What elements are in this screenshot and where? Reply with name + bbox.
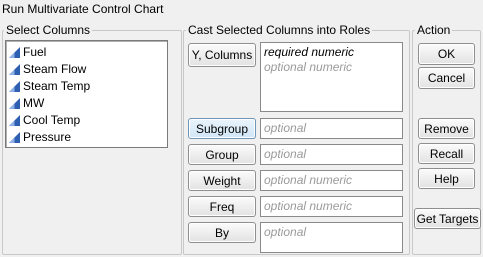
select-columns-label: Select Columns [4,23,93,37]
cancel-button[interactable]: Cancel [418,67,475,89]
column-list-item[interactable]: Cool Temp [6,112,167,129]
get-targets-button[interactable]: Get Targets [414,208,481,229]
column-name: Pressure [23,130,72,144]
recall-button[interactable]: Recall [418,143,475,164]
group-role-list[interactable]: optional [260,144,403,165]
column-list-item[interactable]: Steam Flow [6,61,167,78]
continuous-column-icon [9,64,20,75]
column-list[interactable]: Fuel Steam Flow Steam Temp MW Cool Temp Press… [5,40,168,148]
subgroup-role-list[interactable]: optional [260,118,403,139]
continuous-column-icon [9,47,20,58]
column-name: Steam Flow [23,62,87,76]
freq-role-list[interactable]: optional numeric [260,196,403,217]
by-button[interactable]: By [188,222,256,243]
column-name: Steam Temp [23,79,91,93]
column-name: Cool Temp [23,113,81,127]
subgroup-button[interactable]: Subgroup [188,118,256,139]
column-name: MW [23,96,45,110]
group-button[interactable]: Group [188,144,256,165]
continuous-column-icon [9,98,20,109]
continuous-column-icon [9,81,20,92]
y-columns-optional-text: optional numeric [264,60,353,74]
y-columns-button[interactable]: Y, Columns [188,43,256,67]
weight-role-list[interactable]: optional numeric [260,170,403,191]
by-role-list[interactable]: optional [260,222,403,253]
continuous-column-icon [9,132,20,143]
remove-button[interactable]: Remove [418,118,475,139]
column-name: Fuel [23,45,47,59]
y-columns-required-text: required numeric [264,45,355,59]
ok-button[interactable]: OK [418,43,475,65]
y-columns-role-list[interactable]: required numeric optional numeric [260,42,403,112]
continuous-column-icon [9,115,20,126]
window-title: Run Multivariate Control Chart [2,2,164,16]
column-list-item[interactable]: Fuel [6,44,167,61]
freq-button[interactable]: Freq [188,196,256,217]
weight-button[interactable]: Weight [188,170,256,191]
help-button[interactable]: Help [418,168,475,189]
action-label: Action [415,23,453,37]
column-list-item[interactable]: MW [6,95,167,112]
roles-label: Cast Selected Columns into Roles [186,23,373,37]
column-list-item[interactable]: Steam Temp [6,78,167,95]
column-list-item[interactable]: Pressure [6,129,167,146]
